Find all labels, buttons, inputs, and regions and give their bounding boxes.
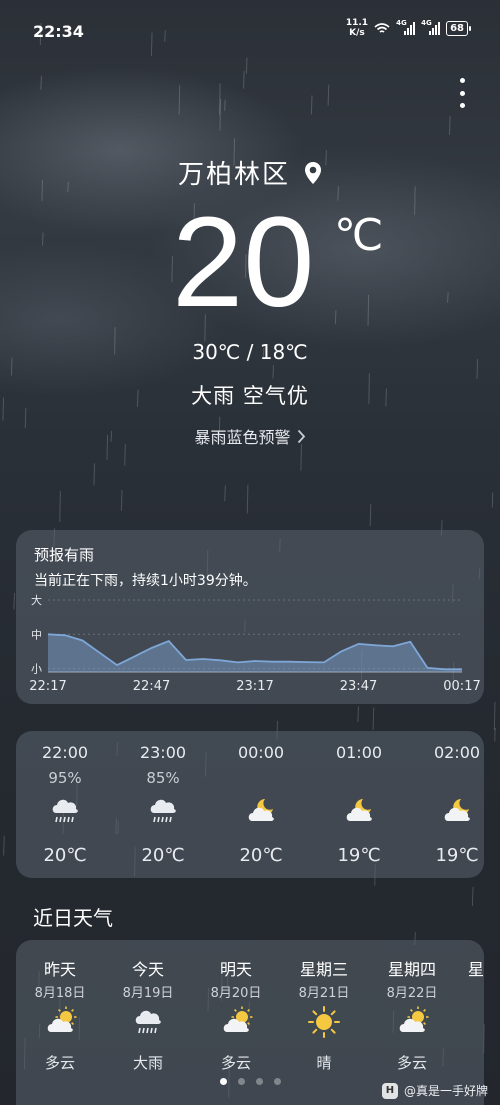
- daily-condition: 多云: [396, 1054, 427, 1072]
- daily-date: 8月20日: [210, 986, 262, 1001]
- wifi-icon: [374, 22, 390, 33]
- partly-cloudy-icon: [394, 1004, 430, 1040]
- battery-icon: 68: [446, 20, 471, 36]
- daily-day-name: 星: [468, 960, 484, 979]
- hourly-time: 02:00: [433, 743, 481, 762]
- hourly-forecast-card[interactable]: 22:00 95% 20℃ 23:00 85% 20℃ 00:00 20℃ 01:00 19℃ 02…: [16, 731, 484, 878]
- sunny-icon: [306, 1004, 342, 1040]
- net-speed: 11.1 K/s: [345, 18, 369, 38]
- location-pin-icon: [305, 161, 321, 184]
- rain-forecast-subtitle: 当前正在下雨，持续1小时39分钟。: [34, 573, 257, 589]
- daily-condition: 大雨: [132, 1054, 163, 1072]
- rain-intensity-chart: 大中小 22:17 22:47 23:17 23:47 00:17: [29, 594, 480, 694]
- hourly-temperature: 19℃: [435, 845, 479, 866]
- more-options-icon[interactable]: [458, 78, 466, 108]
- hourly-precip-probability: 95%: [48, 769, 82, 787]
- chart-y-label: 大: [31, 594, 42, 607]
- cloudy-night-icon: [243, 793, 279, 829]
- page-dot[interactable]: [237, 1078, 245, 1085]
- heavy-rain-cloud-icon: [145, 793, 181, 829]
- daily-date: 8月19日: [122, 986, 174, 1001]
- hourly-temperature: 20℃: [141, 845, 185, 866]
- chart-x-label: 23:47: [340, 679, 377, 694]
- status-time: 22:34: [33, 22, 84, 41]
- rain-forecast-title: 预报有雨: [34, 546, 95, 564]
- chart-y-label: 小: [31, 663, 42, 676]
- hourly-temperature: 20℃: [239, 845, 283, 866]
- daily-date: 8月22日: [386, 986, 438, 1001]
- hourly-precip-probability: 85%: [146, 769, 180, 787]
- location-name: 万柏林区: [177, 160, 290, 190]
- daily-day-name: 明天: [219, 960, 252, 979]
- current-temperature: 20: [172, 191, 315, 334]
- page-dot[interactable]: [255, 1078, 263, 1085]
- daily-day-name: 今天: [131, 960, 164, 979]
- rain-forecast-card[interactable]: 预报有雨 当前正在下雨，持续1小时39分钟。 大中小 22:17 22:47 23:1…: [16, 530, 484, 704]
- cloudy-night-icon: [439, 793, 475, 829]
- hourly-time: 22:00: [41, 743, 89, 762]
- watermark-text: @真是一手好牌: [403, 1084, 488, 1098]
- heavy-rain-cloud-icon: [130, 1004, 166, 1040]
- temperature-unit: ℃: [334, 211, 384, 260]
- daily-date: 8月18日: [34, 986, 86, 1001]
- daily-day-name: 星期三: [299, 960, 348, 979]
- hourly-time: 01:00: [335, 743, 383, 762]
- cloudy-night-icon: [341, 793, 377, 829]
- daily-condition: 晴: [316, 1054, 332, 1072]
- weather-alert-link[interactable]: 暴雨蓝色预警: [0, 424, 500, 448]
- signal-2-icon: 4G: [421, 19, 441, 35]
- signal-1-icon: 4G: [396, 19, 416, 35]
- page-dot[interactable]: [219, 1078, 227, 1085]
- alert-label: 暴雨蓝色预警: [194, 428, 291, 447]
- daily-date: 8月21日: [298, 986, 350, 1001]
- watermark-logo-icon: H: [381, 1082, 398, 1099]
- partly-cloudy-icon: [42, 1004, 78, 1040]
- daily-day-name: 星期四: [387, 960, 436, 979]
- daily-condition: 多云: [220, 1054, 251, 1072]
- temperature-range: 30℃ / 18℃: [192, 340, 308, 364]
- watermark: H @真是一手好牌: [381, 1082, 488, 1099]
- chart-x-label: 23:17: [236, 679, 273, 694]
- weather-condition: 大雨 空气优: [191, 384, 309, 408]
- hourly-temperature: 20℃: [43, 845, 87, 866]
- chart-y-label: 中: [31, 628, 42, 641]
- page-dot[interactable]: [273, 1078, 281, 1085]
- chart-x-label: 22:47: [133, 679, 170, 694]
- daily-condition: 多云: [44, 1054, 75, 1072]
- chart-x-label: 22:17: [29, 679, 66, 694]
- daily-day-name: 昨天: [43, 960, 76, 979]
- chart-x-label: 00:17: [443, 679, 480, 694]
- rain-intensity-area: [48, 634, 462, 672]
- hourly-time: 00:00: [237, 743, 285, 762]
- hourly-time: 23:00: [139, 743, 187, 762]
- daily-section-title: 近日天气: [33, 906, 113, 930]
- heavy-rain-cloud-icon: [47, 793, 83, 829]
- status-icons: 11.1 K/s 4G 4G 68: [345, 18, 471, 38]
- hourly-temperature: 19℃: [337, 845, 381, 866]
- location-header[interactable]: 万柏林区: [0, 154, 500, 191]
- partly-cloudy-icon: [218, 1004, 254, 1040]
- chevron-right-icon: [297, 429, 305, 443]
